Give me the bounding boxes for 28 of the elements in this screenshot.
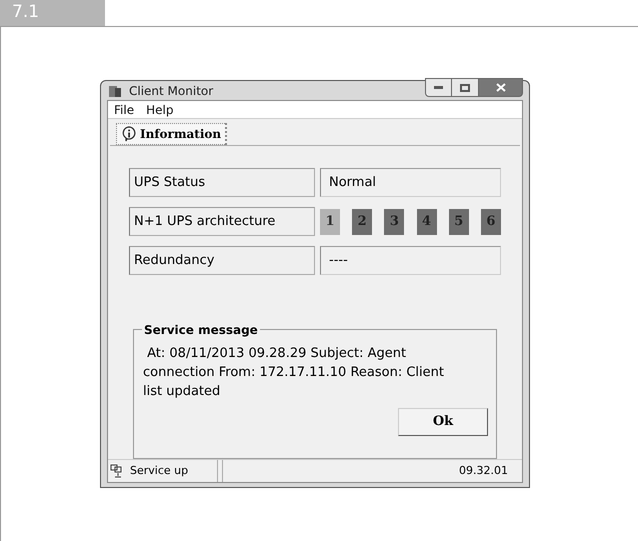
info-icon xyxy=(121,126,137,142)
minimize-button[interactable] xyxy=(425,78,452,97)
ok-button[interactable]: Ok xyxy=(398,408,488,436)
maximize-icon xyxy=(460,84,470,92)
field-value: ---- xyxy=(320,246,501,275)
ups-unit: 5 xyxy=(448,208,469,234)
field-label: Redundancy xyxy=(129,246,315,275)
window-title: Client Monitor xyxy=(129,82,214,100)
ups-unit: 4 xyxy=(416,208,437,234)
tab-label: Information xyxy=(140,126,222,143)
close-button[interactable] xyxy=(478,78,523,97)
ups-unit: 2 xyxy=(352,208,372,234)
status-text: Service up xyxy=(130,462,188,479)
ups-unit: 1 xyxy=(320,208,340,234)
ups-unit: 6 xyxy=(480,208,501,234)
maximize-button[interactable] xyxy=(452,78,478,97)
ups-unit: 3 xyxy=(384,208,404,234)
close-icon xyxy=(496,83,506,92)
tab[interactable]: Information xyxy=(116,123,228,145)
menu-item[interactable]: File xyxy=(114,100,134,118)
minimize-icon xyxy=(434,86,443,89)
field-label: N+1 UPS architecture xyxy=(129,207,315,236)
menu-item[interactable]: Help xyxy=(146,100,174,118)
field-value: Normal xyxy=(320,168,501,197)
status-time: 09.32.01 xyxy=(222,460,522,482)
section-number: 7.1 xyxy=(0,0,105,26)
service-message-text: At: 08/11/2013 09.28.29 Subject: Agent connection From: 172.17.11.10 Reason: Client list updated xyxy=(143,345,445,401)
field-label: UPS Status xyxy=(129,168,315,197)
